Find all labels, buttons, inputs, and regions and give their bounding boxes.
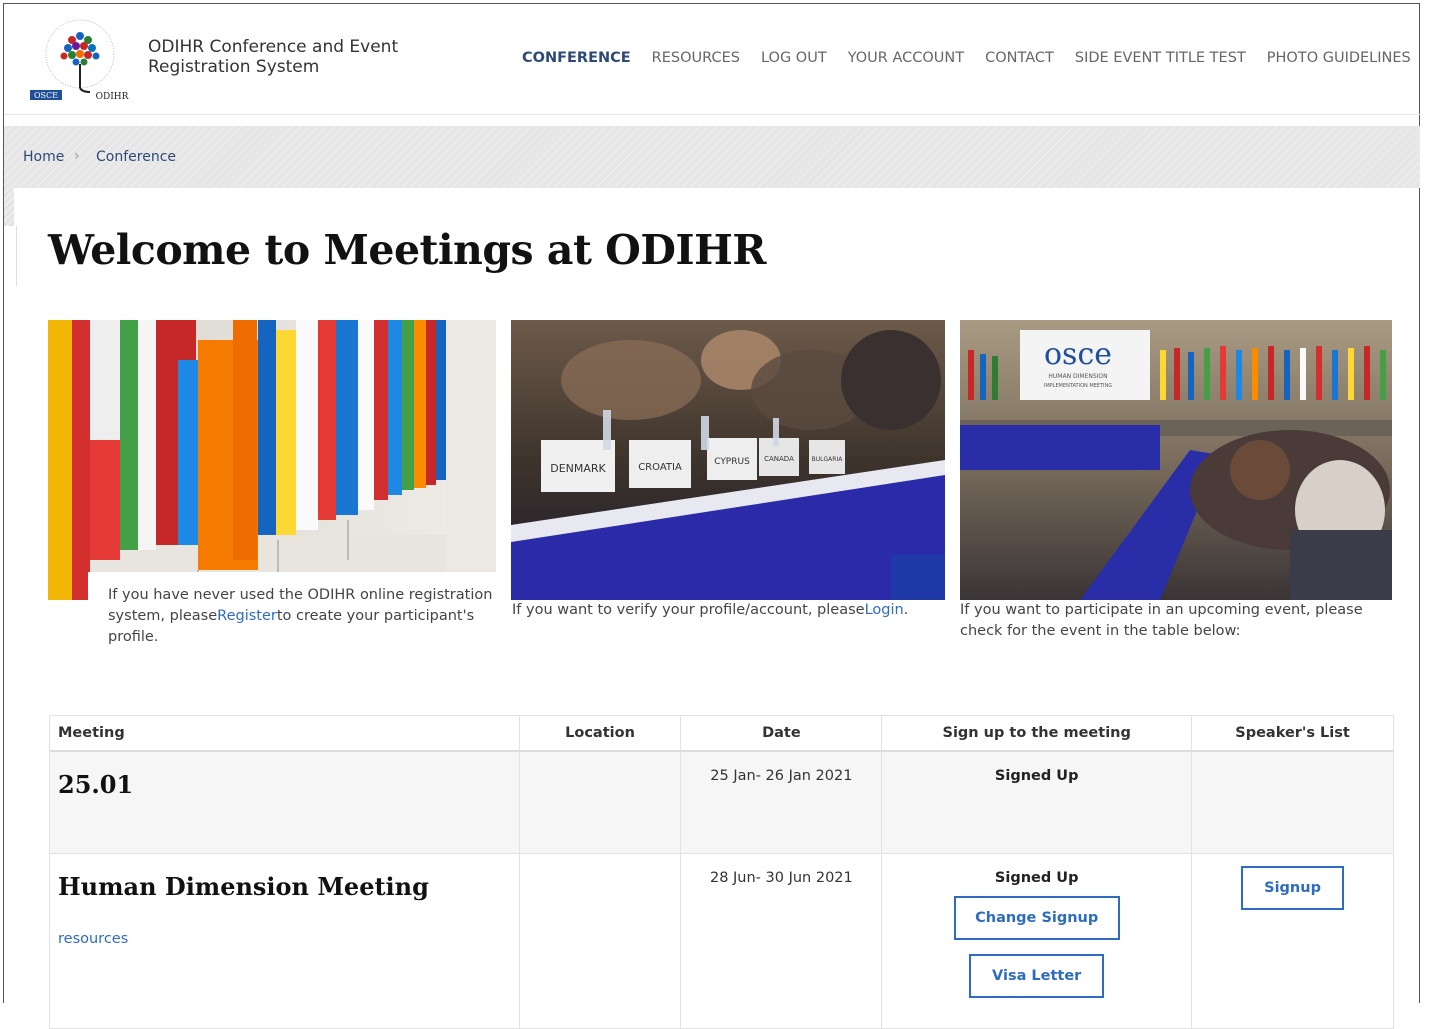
location-cell [518, 750, 682, 854]
osce-banner-sub2: IMPLEMENTATION MEETING [1044, 383, 1112, 389]
speakers-cell: Signup [1191, 853, 1394, 1029]
site-title-line2: Registration System [148, 57, 320, 77]
resources-link[interactable]: resources [58, 931, 519, 947]
login-caption: If you want to verify your profile/accou… [512, 600, 942, 621]
date-cell: 25 Jan- 26 Jan 2021 [680, 750, 883, 854]
logo-osce-text: OSCE [34, 91, 58, 100]
change-signup-button[interactable]: Change Signup [953, 896, 1120, 940]
meeting-cell: Human Dimension Meeting resources [49, 853, 520, 1029]
meeting-name: 25.01 [58, 770, 134, 799]
location-cell [518, 853, 682, 1029]
nav-side-event-title-test[interactable]: SIDE EVENT TITLE TEST [1075, 50, 1246, 66]
placard-canada-text: CANADA [764, 455, 794, 463]
decorative-line [16, 226, 17, 286]
placard-denmark-text: DENMARK [550, 462, 606, 475]
col-sign-up: Sign up to the meeting [881, 715, 1193, 752]
login-caption-text-end: . [903, 602, 909, 618]
speakers-cell [1191, 750, 1394, 854]
login-caption-text: If you want to verify your profile/accou… [512, 602, 865, 618]
signup-status: Signed Up [994, 768, 1079, 784]
nav-photo-guidelines[interactable]: PHOTO GUIDELINES [1267, 50, 1411, 66]
table-row: 25.01 25 Jan- 26 Jan 2021 Signed Up [49, 750, 1394, 854]
signup-cell: Signed Up [881, 750, 1193, 854]
breadcrumb: Home › Conference [4, 126, 1420, 188]
osce-banner-sub1: HUMAN DIMENSION [1048, 373, 1107, 380]
flags-photo [48, 320, 496, 600]
logo-odihr-text: ODIHR [96, 92, 129, 102]
col-date: Date [680, 715, 883, 752]
col-speakers-list: Speaker's List [1191, 715, 1394, 752]
meetings-table: Meeting Location Date Sign up to the mee… [49, 715, 1394, 1029]
events-caption-text: If you want to participate in an upcomin… [960, 602, 1363, 639]
placard-bulgaria-text: BULGARIA [812, 456, 844, 463]
table-header-row: Meeting Location Date Sign up to the mee… [49, 715, 1394, 752]
site-title-line1: ODIHR Conference and Event [148, 37, 399, 57]
register-caption: If you have never used the ODIHR online … [108, 585, 493, 648]
nav-contact[interactable]: CONTACT [985, 50, 1054, 66]
meeting-name: Human Dimension Meeting [58, 872, 429, 901]
conference-table-photo: DENMARK CROATIA CYPRUS CANADA BULGARIA [511, 320, 945, 600]
site-title[interactable]: ODIHR Conference and Event Registration … [148, 37, 398, 77]
signup-status: Signed Up [994, 870, 1079, 886]
speaker-signup-button[interactable]: Signup [1241, 866, 1345, 910]
main-nav: CONFERENCE RESOURCES LOG OUT YOUR ACCOUN… [522, 50, 1411, 66]
nav-your-account[interactable]: YOUR ACCOUNT [848, 50, 964, 66]
page-frame: OSCE ODIHR ODIHR Conference and Event Re… [3, 3, 1420, 1029]
register-link[interactable]: Register [217, 608, 277, 624]
col-location: Location [518, 715, 682, 752]
osce-banner-brand: osce [1044, 337, 1112, 372]
nav-conference[interactable]: CONFERENCE [522, 50, 631, 66]
breadcrumb-chevron-icon: › [74, 148, 80, 164]
col-meeting: Meeting [49, 715, 520, 752]
events-caption: If you want to participate in an upcomin… [960, 600, 1390, 642]
meeting-hall-photo: osce HUMAN DIMENSION IMPLEMENTATION MEET… [960, 320, 1392, 600]
meeting-cell: 25.01 [49, 750, 520, 854]
nav-log-out[interactable]: LOG OUT [761, 50, 827, 66]
login-link[interactable]: Login [865, 602, 904, 618]
visa-letter-button[interactable]: Visa Letter [969, 954, 1105, 998]
date-cell: 28 Jun- 30 Jun 2021 [680, 853, 883, 1029]
nav-resources[interactable]: RESOURCES [652, 50, 740, 66]
odihr-logo[interactable]: OSCE ODIHR [28, 14, 136, 104]
signup-cell: Signed Up Change Signup Visa Letter [881, 853, 1193, 1029]
placard-cyprus-text: CYPRUS [714, 457, 750, 467]
site-header: OSCE ODIHR ODIHR Conference and Event Re… [4, 4, 1420, 115]
table-row: Human Dimension Meeting resources 28 Jun… [49, 853, 1394, 1029]
decorative-stripe [4, 188, 14, 226]
breadcrumb-home[interactable]: Home [23, 149, 64, 165]
breadcrumb-conference[interactable]: Conference [96, 149, 176, 165]
page-title: Welcome to Meetings at ODIHR [48, 226, 766, 274]
placard-croatia-text: CROATIA [638, 462, 682, 473]
